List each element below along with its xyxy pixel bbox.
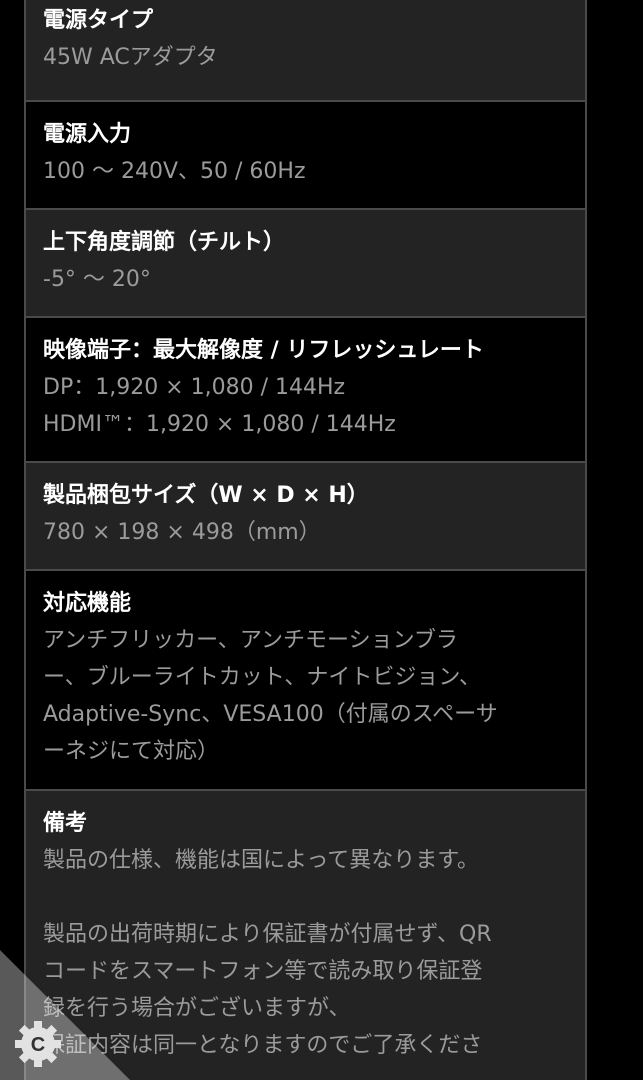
- spec-row-power-input: 電源入力 100 〜 240V、50 / 60Hz: [26, 102, 585, 210]
- spec-label: 上下角度調節（チルト）: [43, 230, 286, 255]
- spec-label: 備考: [43, 811, 88, 836]
- spec-row-power-type: 電源タイプ 45W ACアダプタ: [26, 0, 585, 102]
- spec-value: 45W ACアダプタ: [43, 45, 218, 70]
- spec-value: ーネジにて対応）: [43, 739, 220, 764]
- spec-value: アンチフリッカー、アンチモーションブラ: [43, 628, 458, 653]
- spec-value: HDMI™：1,920 × 1,080 / 144Hz: [43, 412, 396, 437]
- spec-label: 対応機能: [43, 591, 132, 616]
- spec-blank-line: [43, 879, 568, 916]
- spec-row-tilt: 上下角度調節（チルト） -5° 〜 20°: [26, 210, 585, 318]
- spec-value: 製品の出荷時期により保証書が付属せず、QR: [43, 922, 492, 947]
- spec-value: DP：1,920 × 1,080 / 144Hz: [43, 375, 346, 400]
- spec-value: 製品の仕様、機能は国によって異なります。: [43, 848, 480, 873]
- spec-label: 製品梱包サイズ（W × D × H）: [43, 483, 369, 508]
- spec-value: Adaptive-Sync、VESA100（付属のスペーサ: [43, 702, 498, 727]
- spec-table: 電源タイプ 45W ACアダプタ 電源入力 100 〜 240V、50 / 60…: [24, 0, 587, 1080]
- badge-letter: C: [31, 1034, 45, 1056]
- spec-label: 電源タイプ: [43, 8, 154, 33]
- gear-c-icon: C: [0, 950, 130, 1080]
- corner-badge[interactable]: C: [0, 950, 130, 1080]
- spec-value: ー、ブルーライトカット、ナイトビジョン、: [43, 665, 482, 690]
- spec-value: 100 〜 240V、50 / 60Hz: [43, 159, 306, 184]
- spec-row-video-ports: 映像端子：最大解像度 / リフレッシュレート DP：1,920 × 1,080 …: [26, 318, 585, 463]
- spec-value: 780 × 198 × 498（mm）: [43, 520, 321, 545]
- spec-row-features: 対応機能 アンチフリッカー、アンチモーションブラ ー、ブルーライトカット、ナイト…: [26, 571, 585, 791]
- spec-label: 電源入力: [43, 122, 132, 147]
- spec-row-package-size: 製品梱包サイズ（W × D × H） 780 × 198 × 498（mm）: [26, 463, 585, 571]
- spec-value: -5° 〜 20°: [43, 267, 151, 292]
- spec-label: 映像端子：最大解像度 / リフレッシュレート: [43, 338, 484, 363]
